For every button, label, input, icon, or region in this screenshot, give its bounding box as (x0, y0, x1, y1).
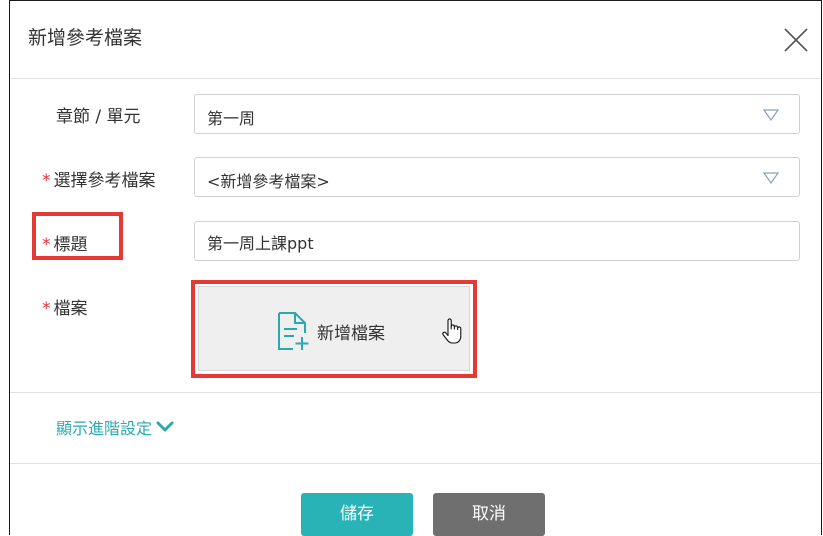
title-label: * 標題 (42, 230, 88, 255)
dialog-title: 新增參考檔案 (28, 27, 143, 49)
add-file-button-label: 新增檔案 (317, 324, 385, 344)
show-advanced-settings-label: 顯示進階設定 (56, 419, 153, 438)
reference-file-select[interactable]: <新增參考檔案> (194, 157, 800, 197)
dropdown-caret-icon (763, 109, 779, 121)
section-divider (10, 392, 821, 393)
hand-cursor-icon (442, 318, 462, 344)
dropdown-caret-icon (763, 172, 779, 184)
save-button[interactable]: 儲存 (301, 493, 413, 536)
chapter-select-value: 第一周 (207, 109, 256, 128)
chevron-down-icon (156, 421, 174, 432)
close-icon[interactable] (779, 23, 813, 57)
required-mark: * (42, 235, 51, 255)
title-input[interactable] (194, 221, 800, 261)
cancel-button[interactable]: 取消 (433, 493, 545, 536)
reference-file-label: * 選擇參考檔案 (42, 166, 156, 191)
required-mark: * (42, 299, 51, 319)
chapter-select[interactable]: 第一周 (194, 94, 800, 134)
reference-file-select-value: <新增參考檔案> (207, 172, 330, 191)
add-file-button[interactable]: 新增檔案 (198, 286, 470, 371)
file-label-text: 檔案 (53, 299, 88, 319)
dialog-header: 新增參考檔案 (10, 1, 821, 79)
file-label: * 檔案 (42, 294, 88, 319)
add-file-icon (278, 312, 309, 350)
title-label-text: 標題 (53, 235, 88, 255)
footer-divider (10, 463, 821, 464)
add-reference-file-dialog: 新增參考檔案 章節 / 單元 第一周 * 選擇參考檔案 <新增參考檔案> * 標題 … (9, 0, 822, 536)
show-advanced-settings-toggle[interactable]: 顯示進階設定 (56, 415, 174, 439)
required-mark: * (42, 171, 51, 191)
reference-file-label-text: 選擇參考檔案 (53, 171, 156, 191)
chapter-label: 章節 / 單元 (56, 102, 141, 127)
title-input-field[interactable] (205, 230, 789, 254)
chapter-label-text: 章節 / 單元 (56, 107, 141, 127)
